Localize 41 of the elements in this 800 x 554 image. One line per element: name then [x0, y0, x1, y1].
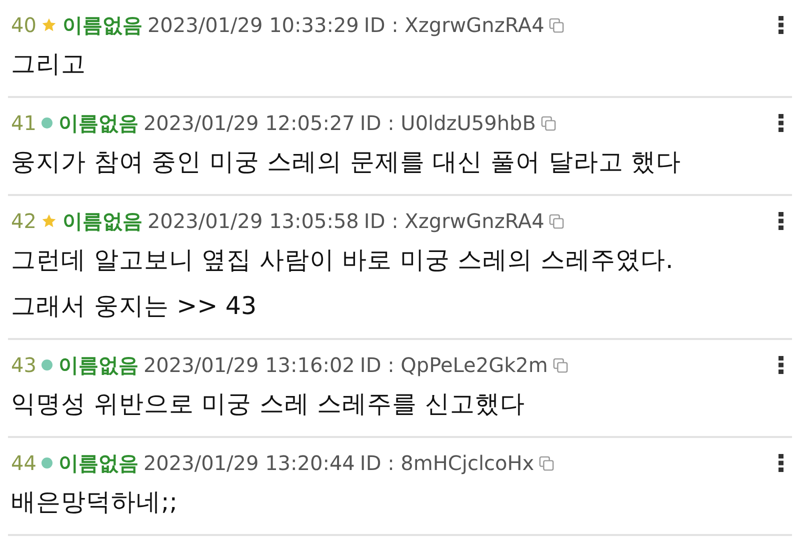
post-datetime: 2023/01/29 13:05:58 [147, 209, 359, 233]
poster-id: ID : QpPeLe2Gk2m [360, 353, 548, 377]
dot-icon [41, 117, 54, 129]
poster-id: ID : U0ldzU59hbB [360, 111, 536, 135]
author-name: 이름없음 [62, 208, 142, 234]
more-menu-icon[interactable] [778, 355, 784, 375]
post-text: 그래서 웅지는 >> 43 [11, 290, 258, 322]
more-menu-icon[interactable] [778, 211, 784, 231]
author-name: 이름없음 [58, 450, 138, 476]
author-name: 이름없음 [58, 352, 138, 378]
star-icon [41, 17, 58, 33]
post-text: 익명성 위반으로 미궁 스레 스레주를 신고했다 [11, 388, 526, 420]
copy-icon[interactable] [549, 214, 564, 228]
post-number: 44 [11, 451, 36, 475]
post-number: 41 [11, 111, 36, 135]
poster-id: ID : 8mHCjclcoHx [360, 451, 534, 475]
post-datetime: 2023/01/29 12:05:27 [143, 111, 355, 135]
post-text: 배은망덕하네;; [11, 486, 179, 518]
post-number: 42 [11, 209, 36, 233]
author-name: 이름없음 [62, 12, 142, 38]
star-icon [41, 213, 58, 229]
poster-id: ID : XzgrwGnzRA4 [364, 209, 544, 233]
more-menu-icon[interactable] [778, 453, 784, 473]
dot-icon [41, 457, 54, 469]
author-name: 이름없음 [58, 110, 138, 136]
post-datetime: 2023/01/29 10:33:29 [147, 13, 359, 37]
post-number: 43 [11, 353, 36, 377]
more-menu-icon[interactable] [778, 113, 784, 133]
more-menu-icon[interactable] [778, 15, 784, 35]
copy-icon[interactable] [552, 358, 568, 372]
post-text: 그리고 [11, 48, 87, 80]
copy-icon[interactable] [540, 116, 556, 130]
poster-id: ID : XzgrwGnzRA4 [364, 13, 544, 37]
post-text: 그런데 알고보니 옆집 사람이 바로 미궁 스레의 스레주였다. [11, 244, 674, 276]
copy-icon[interactable] [539, 456, 554, 470]
post-datetime: 2023/01/29 13:20:44 [143, 451, 355, 475]
copy-icon[interactable] [549, 18, 564, 32]
post-datetime: 2023/01/29 13:16:02 [143, 353, 355, 377]
post-text: 웅지가 참여 중인 미궁 스레의 문제를 대신 풀어 달라고 했다 [11, 146, 682, 178]
post-number: 40 [11, 13, 36, 37]
dot-icon [41, 359, 54, 371]
